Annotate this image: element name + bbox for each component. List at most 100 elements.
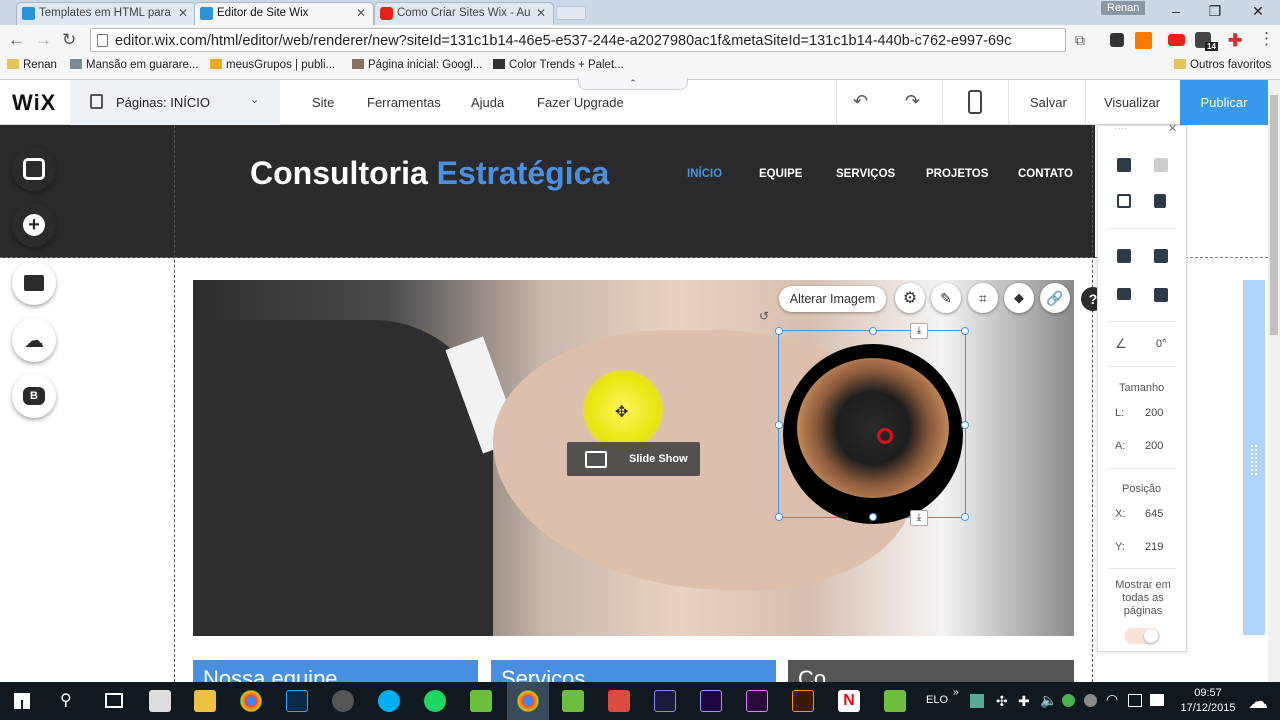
extension-puzzle-icon[interactable]: ⧉ [1075,32,1091,48]
editor-canvas[interactable]: Consultoria Estratégica INÍCIO EQUIPE SE… [0,125,1268,682]
drag-handle-icon[interactable] [1251,445,1257,475]
add-button[interactable]: + [12,203,56,247]
resize-handle[interactable] [961,421,969,429]
panel-drag-handle-icon[interactable]: ···· [1114,123,1127,134]
forward-icon[interactable]: → [35,30,52,50]
pages-dropdown[interactable]: Páginas: INÍCIO ⌄ [70,80,280,125]
bookmark-mansao[interactable]: Mansão em guarare... [70,59,199,71]
extension-chart-icon[interactable] [1135,32,1152,49]
tray-window-icon[interactable] [1128,694,1142,707]
match-size-icon[interactable] [1154,288,1168,302]
tab-wix-editor[interactable]: Editor de Site Wix ✕ [194,2,374,25]
site-nav-inicio[interactable]: INÍCIO [687,168,722,180]
tray-settings-icon[interactable]: ✣ [996,693,1008,710]
explorer-app-icon[interactable] [194,690,216,712]
site-header[interactable]: Consultoria Estratégica INÍCIO EQUIPE SE… [0,125,1095,258]
trash-icon[interactable] [1154,194,1166,208]
duplicate-icon[interactable] [1117,194,1131,208]
maximize-icon[interactable]: ❐ [1205,3,1225,20]
show-all-pages-toggle[interactable] [1124,628,1160,644]
premiere-app-icon[interactable] [746,690,768,712]
task-view-icon[interactable] [105,693,123,708]
extension-youtube-icon[interactable] [1168,34,1185,46]
after-effects-app-icon[interactable] [700,690,722,712]
collapse-toolbar-handle[interactable]: ⌃ [578,78,688,90]
tab-youtube[interactable]: Como Criar Sites Wix - Au ✕ [374,2,554,25]
resize-handle[interactable] [775,327,783,335]
close-icon[interactable]: ✕ [178,6,188,20]
tray-plus-icon[interactable]: ✚ [1018,693,1030,710]
tool-app-icon[interactable] [332,690,354,712]
chrome-menu-icon[interactable]: ⋮ [1258,29,1275,49]
close-icon[interactable]: ✕ [536,6,546,20]
action-center-icon[interactable]: ☁ [1248,689,1268,714]
new-tab-button[interactable] [556,6,586,20]
app-market-button[interactable] [12,261,56,305]
netflix-app-icon[interactable]: N [838,690,860,712]
y-input[interactable]: 219 [1145,541,1163,553]
site-title[interactable]: Consultoria Estratégica [250,155,609,192]
volume-icon[interactable]: 🔈 [1040,692,1057,709]
tab-templates[interactable]: Templates em HTML para ✕ [16,2,196,25]
menu-upgrade[interactable]: Fazer Upgrade [537,95,624,110]
camtasia-app-icon[interactable] [470,690,492,712]
arrange-icon[interactable] [1117,249,1131,263]
rotation-value[interactable]: 0° [1156,338,1167,350]
tray-chrome-icon[interactable] [1062,694,1075,707]
link-icon[interactable]: 🔗 [1040,283,1070,313]
chrome-app-icon[interactable] [240,690,262,712]
resize-handle[interactable] [961,327,969,335]
animation-icon[interactable]: ◆ [1004,283,1034,313]
bookmark-meusgrupos[interactable]: meusGrupos | publi... [210,59,335,71]
spotify-app-icon[interactable] [424,690,446,712]
scrollbar-thumb[interactable] [1270,95,1278,335]
recorder-app-icon[interactable] [562,690,584,712]
extension-ghost-icon[interactable] [1110,33,1124,47]
contact-section-title[interactable]: Co... [788,660,1074,682]
change-image-button[interactable]: Alterar Imagem [779,286,886,312]
chrome-active-app-icon[interactable] [517,690,539,712]
calculator-app-icon[interactable] [149,690,171,712]
menu-tools[interactable]: Ferramentas [367,95,441,110]
download-icon[interactable]: ⤓ [910,323,928,339]
bookmark-color-trends[interactable]: Color Trends + Palet... [493,59,624,71]
team-section-title[interactable]: Nossa equipe [193,660,478,682]
undo-icon[interactable]: ↶ [853,91,868,112]
site-nav-servicos[interactable]: SERVIÇOS [836,168,895,180]
resize-handle[interactable] [869,513,877,521]
selection-box[interactable]: ⤓ ⤓ [775,323,969,526]
wifi-icon[interactable]: ◠ [1106,691,1118,708]
distribute-icon[interactable] [1117,288,1131,300]
reload-icon[interactable]: ↻ [62,30,76,50]
site-nav-equipe[interactable]: EQUIPE [759,168,802,180]
back-icon[interactable]: ← [8,30,25,50]
skype-app-icon[interactable] [378,690,400,712]
crop-icon[interactable]: ⌗ [968,283,998,313]
tray-globe-icon[interactable] [1084,694,1097,707]
rotate-handle-icon[interactable]: ↺ [759,309,769,323]
media-app-icon[interactable] [654,690,676,712]
resize-handle[interactable] [775,421,783,429]
resize-handle[interactable] [775,513,783,521]
camtasia2-app-icon[interactable] [884,690,906,712]
photoshop-app-icon[interactable] [286,690,308,712]
publish-button[interactable]: Publicar [1180,80,1268,125]
save-button[interactable]: Salvar [1030,95,1067,110]
background-button[interactable] [12,147,56,191]
window-close-icon[interactable]: ✕ [1248,3,1268,20]
download-icon[interactable]: ⤓ [910,510,928,526]
site-nav-projetos[interactable]: PROJETOS [926,168,988,180]
resize-handle[interactable] [869,327,877,335]
language-indicator[interactable]: ELO [926,694,948,706]
scrollbar[interactable] [1268,80,1280,682]
width-input[interactable]: 200 [1145,407,1163,419]
notification-icon[interactable] [1150,694,1164,706]
extension-cross-icon[interactable]: ✚ [1228,31,1242,51]
minimize-icon[interactable]: – [1166,3,1186,19]
services-section-title[interactable]: Serviços [491,660,776,682]
preview-button[interactable]: Visualizar [1104,95,1160,110]
paste-icon[interactable] [1154,158,1168,172]
menu-site[interactable]: Site [312,95,334,110]
search-icon[interactable]: ⚲ [60,690,72,710]
slideshow-label[interactable]: Slide Show [567,442,700,476]
